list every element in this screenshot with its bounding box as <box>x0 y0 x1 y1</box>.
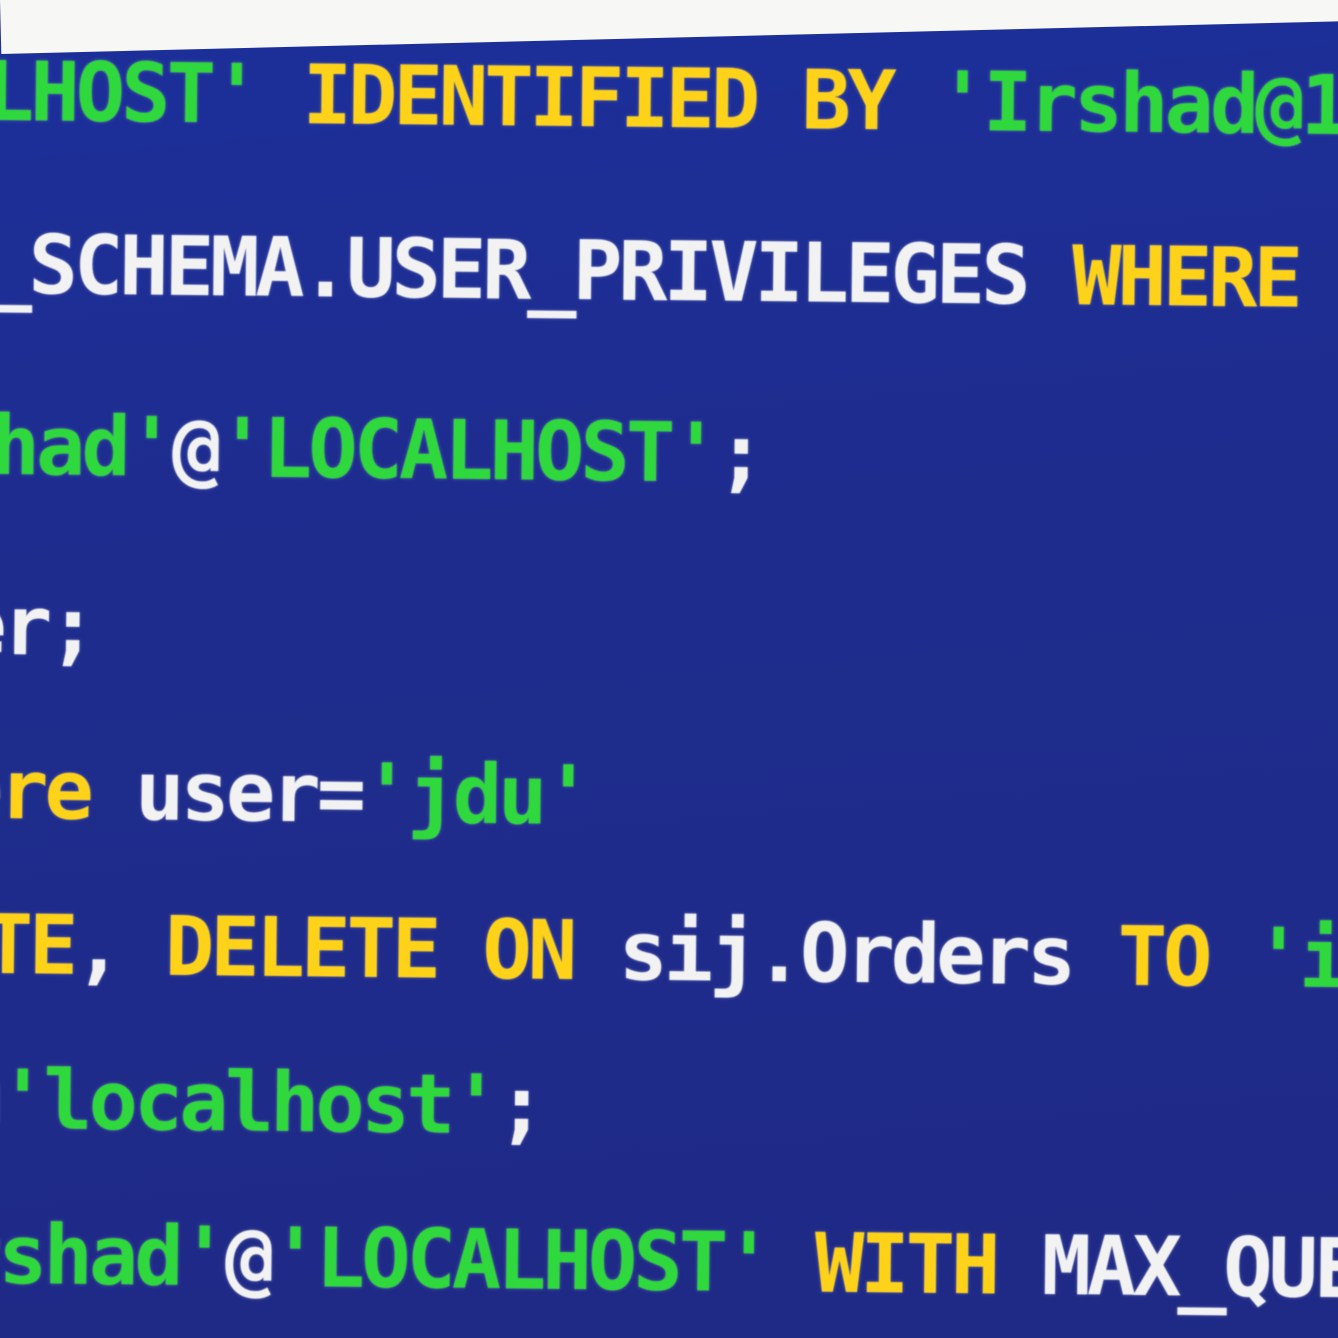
string-token: 'ir <box>1253 911 1338 1008</box>
code-line-4: er; <box>0 579 94 675</box>
string-token: 'LOCALHOST' <box>217 401 718 502</box>
monitor-screen: LHOST' IDENTIFIED BY 'Irshad@12 _SCHEMA.… <box>0 0 1338 1338</box>
code-line-1: LHOST' IDENTIFIED BY 'Irshad@12 <box>0 45 1338 155</box>
sql-code-editor[interactable]: LHOST' IDENTIFIED BY 'Irshad@12 _SCHEMA.… <box>0 0 1338 1338</box>
identifier-token: MAX_QUERIE <box>1041 1218 1338 1319</box>
string-token: rshad' <box>0 1207 226 1306</box>
string-token: LHOST' <box>0 44 258 143</box>
keyword-token: ere <box>0 742 91 839</box>
identifier-token: , <box>73 898 121 995</box>
keyword-token: ATE <box>0 897 75 994</box>
code-line-2: _SCHEMA.USER_PRIVILEGES WHERE GR <box>0 218 1338 327</box>
identifier-token: @ <box>171 400 219 497</box>
code-line-8: rshad'@'LOCALHOST' WITH MAX_QUERIE <box>0 1208 1338 1319</box>
code-line-5: ere user='jdu' <box>0 743 589 845</box>
identifier-token: @ <box>224 1210 271 1306</box>
identifier-token: user= <box>134 744 363 842</box>
keyword-token: WITH <box>814 1216 997 1314</box>
string-token: 'LOCALHOST' <box>269 1210 770 1312</box>
code-line-7: @'localhost'; <box>0 1053 543 1154</box>
identifier-token: er; <box>0 578 95 676</box>
keyword-token: TO <box>1117 909 1209 1006</box>
string-token: 'jdu' <box>361 746 590 845</box>
keyword-token: WHERE <box>1071 229 1300 327</box>
identifier-token: _SCHEMA.USER_PRIVILEGES <box>0 217 1028 324</box>
keyword-token: IDENTIFIED BY <box>302 48 893 150</box>
string-token: 'localhost' <box>0 1053 498 1154</box>
identifier-token: ; <box>496 1058 543 1154</box>
identifier-token: ; <box>716 406 763 503</box>
code-line-6: ATE, DELETE ON sij.Orders TO 'ir <box>0 897 1338 1007</box>
string-token: 'Irshad@12 <box>937 54 1338 155</box>
identifier-token: sij.Orders <box>618 904 1073 1005</box>
keyword-token: DELETE ON <box>164 899 574 1000</box>
code-line-3: shad'@'LOCALHOST'; <box>0 398 762 502</box>
string-token: shad' <box>0 398 173 496</box>
